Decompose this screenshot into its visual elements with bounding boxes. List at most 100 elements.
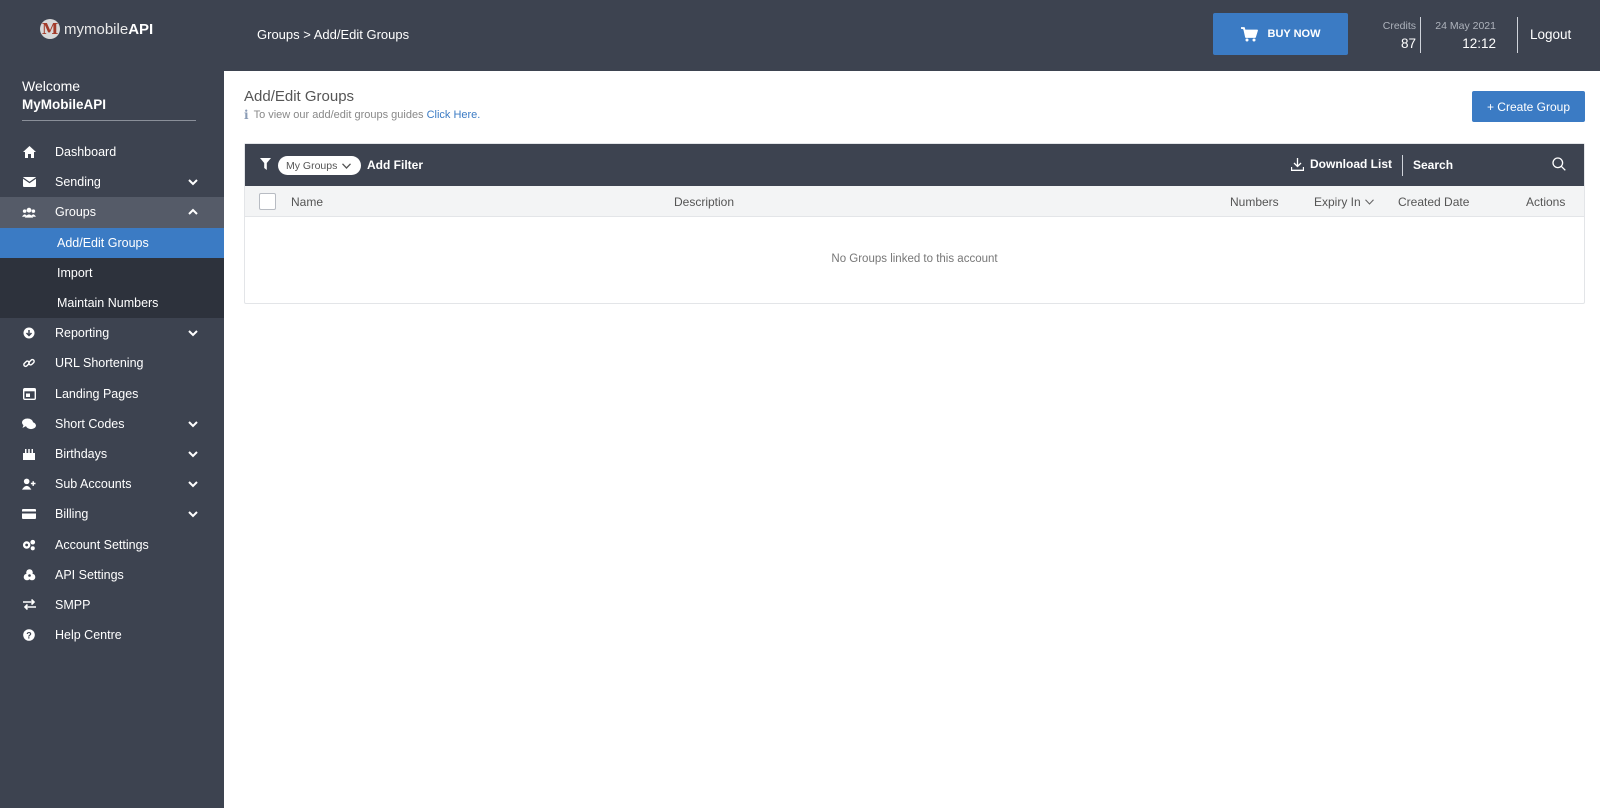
sidebar-item-label: Landing Pages — [55, 386, 139, 401]
sidebar-item-sending[interactable]: Sending — [0, 167, 224, 197]
sidebar-item-reporting[interactable]: Reporting — [0, 318, 224, 348]
cart-icon — [1240, 26, 1258, 41]
guide-link[interactable]: Click Here. — [427, 109, 481, 121]
link-icon — [22, 356, 36, 370]
landing-page-icon — [22, 387, 36, 401]
sidebar-item-help-centre[interactable]: ? Help Centre — [0, 620, 224, 650]
sidebar-subitem-add-edit-groups[interactable]: Add/Edit Groups — [0, 227, 224, 258]
chevron-down-icon — [188, 481, 198, 488]
credits-display: Credits 87 — [1364, 20, 1416, 51]
guide-hint: i To view our add/edit groups guides Cli… — [244, 108, 480, 122]
search-input[interactable] — [1413, 152, 1543, 178]
column-header-description[interactable]: Description — [674, 195, 734, 209]
logo-text-light: mymobile — [64, 20, 129, 38]
chevron-down-icon — [188, 511, 198, 518]
guide-text: To view our add/edit groups guides — [253, 109, 424, 121]
sidebar-item-label: Import — [57, 265, 93, 280]
sidebar-item-groups[interactable]: Groups — [0, 197, 224, 228]
filter-divider — [1402, 155, 1403, 176]
add-filter-button[interactable]: Add Filter — [367, 158, 423, 172]
cogs-icon — [22, 538, 36, 552]
top-bar: Groups > Add/Edit Groups BUY NOW Credits… — [224, 0, 1600, 71]
sidebar-item-label: SMPP — [55, 597, 91, 612]
download-icon — [1291, 157, 1304, 171]
chevron-down-icon — [188, 420, 198, 428]
comments-icon — [22, 417, 36, 431]
groups-panel: My Groups Add Filter Download List Name … — [244, 143, 1585, 304]
sidebar-item-label: API Settings — [55, 567, 124, 582]
sidebar-item-label: Sub Accounts — [55, 477, 132, 492]
datetime-display: 24 May 2021 12:12 — [1424, 20, 1496, 51]
column-header-expiry[interactable]: Expiry In — [1314, 195, 1374, 209]
filter-icon[interactable] — [260, 158, 271, 170]
column-header-name[interactable]: Name — [291, 195, 323, 209]
sidebar-item-sub-accounts[interactable]: Sub Accounts — [0, 469, 224, 499]
sidebar-nav: Dashboard Sending Groups Add/Edit Groups… — [0, 137, 224, 650]
sidebar-item-billing[interactable]: Billing — [0, 499, 224, 529]
chevron-down-icon — [188, 179, 198, 186]
column-header-numbers[interactable]: Numbers — [1230, 195, 1279, 209]
filter-bar: My Groups Add Filter Download List — [245, 144, 1584, 186]
sidebar-item-label: Billing — [55, 507, 89, 522]
logo-mark: M — [40, 19, 60, 39]
sidebar-item-label: Birthdays — [55, 446, 108, 461]
sidebar-item-label: Account Settings — [55, 537, 149, 552]
sidebar-item-short-codes[interactable]: Short Codes — [0, 409, 224, 439]
sidebar-item-birthdays[interactable]: Birthdays — [0, 439, 224, 469]
column-header-expiry-label: Expiry In — [1314, 195, 1361, 209]
sidebar-item-api-settings[interactable]: API Settings — [0, 560, 224, 590]
sidebar-item-landing-pages[interactable]: Landing Pages — [0, 379, 224, 409]
sidebar-item-label: URL Shortening — [55, 356, 144, 371]
my-groups-filter-chip[interactable]: My Groups — [278, 156, 362, 175]
sidebar-subitem-import[interactable]: Import — [0, 257, 224, 288]
sidebar-item-label: Sending — [55, 175, 101, 190]
column-header-created-date[interactable]: Created Date — [1398, 195, 1469, 209]
header-divider — [1517, 17, 1518, 53]
sidebar-item-label: Add/Edit Groups — [57, 235, 149, 250]
column-header-actions: Actions — [1526, 195, 1566, 209]
sidebar-item-account-settings[interactable]: Account Settings — [0, 529, 224, 559]
credits-value: 87 — [1400, 36, 1416, 51]
create-group-button[interactable]: + Create Group — [1472, 91, 1585, 122]
exchange-icon — [22, 598, 36, 612]
credit-card-icon — [22, 507, 36, 521]
info-icon: i — [244, 108, 249, 122]
current-date: 24 May 2021 — [1435, 20, 1496, 32]
sort-chevron-icon — [1364, 199, 1374, 205]
question-icon: ? — [22, 628, 36, 642]
sidebar-item-url-shortening[interactable]: URL Shortening — [0, 348, 224, 378]
buy-now-label: BUY NOW — [1267, 28, 1321, 40]
chip-label: My Groups — [286, 159, 338, 172]
welcome-greeting: Welcome — [22, 78, 81, 94]
welcome-username: MyMobileAPI — [22, 97, 196, 121]
chevron-down-icon — [342, 162, 352, 169]
sidebar: M mymobile API Welcome MyMobileAPI Dashbo… — [0, 0, 224, 808]
sidebar-subitem-maintain-numbers[interactable]: Maintain Numbers — [0, 287, 224, 319]
chevron-down-icon — [188, 330, 198, 337]
sidebar-item-smpp[interactable]: SMPP — [0, 590, 224, 620]
select-all-checkbox[interactable] — [259, 193, 276, 210]
empty-state-message: No Groups linked to this account — [831, 253, 998, 265]
current-time: 12:12 — [1462, 36, 1496, 51]
app-logo[interactable]: M mymobile API — [0, 0, 224, 58]
sidebar-item-label: Maintain Numbers — [57, 296, 159, 311]
sidebar-item-label: Dashboard — [55, 145, 117, 160]
sidebar-item-dashboard[interactable]: Dashboard — [0, 137, 224, 167]
page-title: Add/Edit Groups — [244, 88, 355, 105]
header-divider — [1420, 17, 1421, 53]
svg-text:?: ? — [26, 631, 32, 641]
logout-link[interactable]: Logout — [1530, 27, 1571, 42]
search-icon[interactable] — [1552, 157, 1566, 171]
buy-now-button[interactable]: BUY NOW — [1213, 13, 1348, 55]
download-list-button[interactable]: Download List — [1291, 157, 1392, 171]
api-icon — [22, 568, 36, 582]
chevron-up-icon — [188, 208, 198, 216]
sidebar-item-label: Short Codes — [55, 416, 125, 431]
table-header: Name Description Numbers Expiry In Creat… — [245, 186, 1584, 217]
cake-icon — [22, 447, 36, 461]
chevron-down-icon — [188, 451, 198, 458]
users-icon — [22, 205, 36, 219]
breadcrumb: Groups > Add/Edit Groups — [257, 27, 410, 42]
report-icon — [22, 326, 36, 340]
credits-label: Credits — [1382, 20, 1416, 32]
